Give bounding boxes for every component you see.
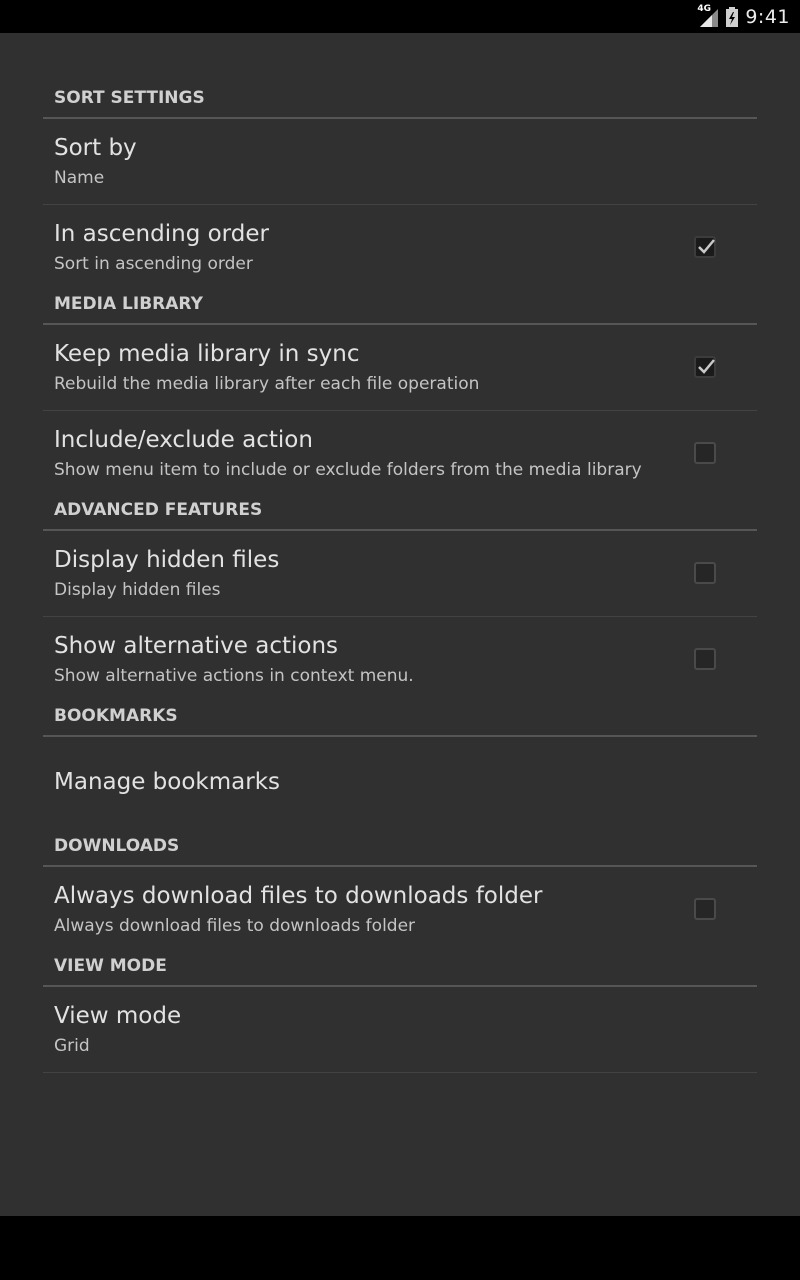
preference-item[interactable]: View mode Grid xyxy=(43,987,757,1073)
preference-item[interactable]: Display hidden files Display hidden files xyxy=(43,531,757,617)
category-header: BOOKMARKS xyxy=(43,703,757,737)
preference-title: Show alternative actions xyxy=(54,633,339,659)
category-title: MEDIA LIBRARY xyxy=(54,294,203,314)
status-time: 9:41 xyxy=(745,5,790,28)
checkbox-unchecked[interactable] xyxy=(694,648,716,670)
preference-title: Include/exclude action xyxy=(54,427,313,453)
checkbox-checked[interactable] xyxy=(694,356,716,378)
preference-item[interactable]: Include/exclude action Show menu item to … xyxy=(43,411,757,497)
checkbox-unchecked[interactable] xyxy=(694,562,716,584)
preference-item[interactable]: Keep media library in sync Rebuild the me… xyxy=(43,325,757,411)
preference-title: Display hidden files xyxy=(54,547,280,573)
preference-title: Sort by xyxy=(54,135,137,161)
status-icons: 4G 9:41 xyxy=(697,0,790,33)
category-header: DOWNLOADS xyxy=(43,833,757,867)
category-header: MEDIA LIBRARY xyxy=(43,291,757,325)
preference-item[interactable]: In ascending order Sort in ascending orde… xyxy=(43,205,757,291)
preference-item[interactable]: Show alternative actions Show alternative… xyxy=(43,617,757,703)
category-title: VIEW MODE xyxy=(54,956,167,976)
category-header: VIEW MODE xyxy=(43,953,757,987)
preference-summary: Sort in ascending order xyxy=(54,254,253,274)
preference-list: SORT SETTINGS Sort by Name In ascending ord… xyxy=(43,85,757,1073)
preference-summary: Rebuild the media library after each fil… xyxy=(54,374,480,394)
preference-item[interactable]: Sort by Name xyxy=(43,119,757,205)
category-header: SORT SETTINGS xyxy=(43,85,757,119)
category-title: BOOKMARKS xyxy=(54,706,178,726)
preference-title: Manage bookmarks xyxy=(54,769,280,795)
preference-summary: Always download files to downloads folde… xyxy=(54,916,416,936)
preference-title: Keep media library in sync xyxy=(54,341,360,367)
preference-summary: Show alternative actions in context menu… xyxy=(54,666,414,686)
checkbox-checked[interactable] xyxy=(694,236,716,258)
preference-summary: Show menu item to include or exclude fol… xyxy=(54,460,642,480)
battery-charging-icon xyxy=(725,6,739,28)
category-title: SORT SETTINGS xyxy=(54,88,205,108)
preference-summary: Name xyxy=(54,168,105,188)
settings-screen: SORT SETTINGS Sort by Name In ascending ord… xyxy=(0,33,800,1216)
preference-title: View mode xyxy=(54,1003,182,1029)
category-title: ADVANCED FEATURES xyxy=(54,500,263,520)
category-header: ADVANCED FEATURES xyxy=(43,497,757,531)
checkbox-unchecked[interactable] xyxy=(694,442,716,464)
preference-item[interactable]: Manage bookmarks xyxy=(43,737,757,833)
preference-summary: Grid xyxy=(54,1036,90,1056)
preference-summary: Display hidden files xyxy=(54,580,221,600)
status-bar: 4G 9:41 xyxy=(0,0,800,33)
preference-title: Always download files to downloads folde… xyxy=(54,883,543,909)
navigation-bar xyxy=(0,1216,800,1280)
checkmark-icon xyxy=(698,239,715,254)
checkbox-unchecked[interactable] xyxy=(694,898,716,920)
signal-4g-icon: 4G xyxy=(697,4,719,28)
preference-title: In ascending order xyxy=(54,221,269,247)
category-title: DOWNLOADS xyxy=(54,836,180,856)
checkmark-icon xyxy=(698,359,715,374)
preference-item[interactable]: Always download files to downloads folde… xyxy=(43,867,757,953)
